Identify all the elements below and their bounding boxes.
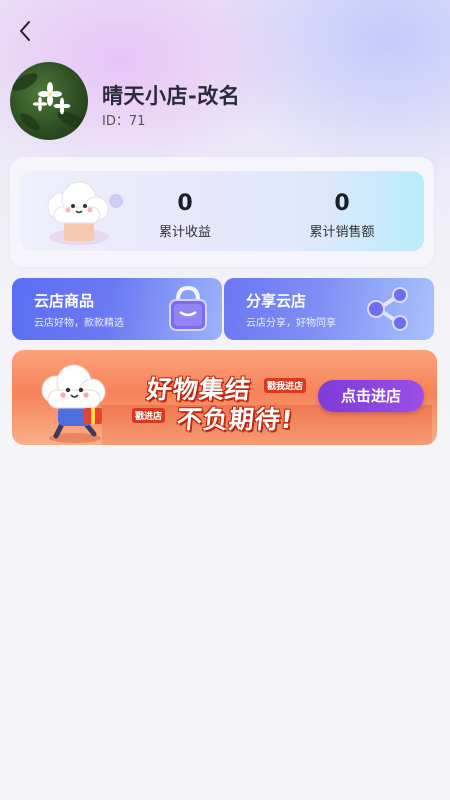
cloud-mascot-gift-icon: [41, 364, 106, 443]
stats-card: 0 累计收益 0 累计销售额: [10, 157, 434, 267]
stat-value: 0: [334, 191, 350, 216]
stats-panel: 0 累计收益 0 累计销售额: [20, 171, 424, 251]
stat-total-earnings: 0 累计收益: [125, 191, 245, 240]
feature-subtitle: 云店分享，好物同享: [246, 318, 336, 329]
chevron-left-icon: [20, 21, 30, 41]
stat-value: 0: [177, 191, 193, 216]
flower-photo-avatar: [12, 73, 87, 131]
stat-label: 累计销售额: [309, 225, 375, 240]
shop-id: ID：71: [102, 114, 146, 129]
banner-slogan-line2: 不负期待!: [175, 405, 295, 434]
feature-title: 云店商品: [34, 292, 95, 310]
back-button[interactable]: [10, 16, 40, 46]
shopping-bag-icon: [169, 285, 207, 331]
feature-title: 分享云店: [246, 292, 307, 310]
cloud-store-goods-card[interactable]: 云店商品 云店好物，款款精选: [12, 278, 222, 340]
promo-banner[interactable]: 好物集结 不负期待! 戳我进店 戳进店 点击进店: [12, 350, 437, 445]
cloud-mascot-icon: [47, 181, 123, 245]
stat-label: 累计收益: [158, 225, 211, 240]
enter-store-button[interactable]: 点击进店: [318, 380, 424, 412]
avatar[interactable]: [10, 62, 88, 140]
share-icon: [367, 287, 408, 331]
feature-subtitle: 云店好物，款款精选: [34, 318, 124, 329]
stat-total-sales: 0 累计销售额: [282, 191, 402, 240]
share-cloud-store-card[interactable]: 分享云店 云店分享，好物同享: [224, 278, 434, 340]
banner-tag: 戳我进店: [264, 378, 307, 393]
shop-name[interactable]: 晴天小店-改名: [102, 80, 240, 110]
banner-tag: 戳进店: [132, 408, 166, 423]
